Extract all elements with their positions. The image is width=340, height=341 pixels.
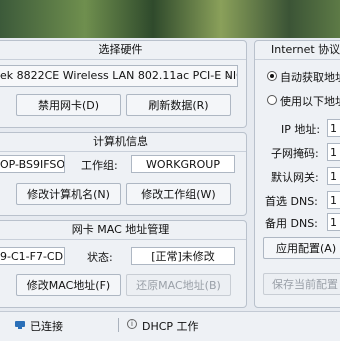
manual-address-label: 使用以下地址 bbox=[280, 95, 340, 108]
gateway-field[interactable]: 1 bbox=[327, 167, 340, 185]
ip-panel-title: Internet 协议版 bbox=[255, 41, 340, 60]
adapter-panel-title: 选择硬件 bbox=[0, 41, 246, 60]
chevron-down-icon: ⌄ bbox=[224, 70, 233, 81]
manual-address-radio[interactable] bbox=[267, 95, 277, 105]
rename-computer-button[interactable]: 修改计算机名(N) bbox=[16, 183, 121, 205]
primary-dns-field[interactable]: 1 bbox=[327, 191, 340, 209]
subnet-mask-label: 子网掩码: bbox=[271, 147, 319, 160]
computer-name-field[interactable]: OP-BS9IFSO bbox=[0, 155, 65, 173]
info-icon: i bbox=[127, 319, 137, 329]
adapter-select-value: ek 8822CE Wireless LAN 802.11ac PCI-E NI… bbox=[0, 69, 238, 82]
secondary-dns-field[interactable]: 1 bbox=[327, 213, 340, 231]
computer-panel: 计算机信息 OP-BS9IFSO 工作组: WORKGROUP 修改计算机名(N… bbox=[0, 132, 247, 216]
adapter-panel: 选择硬件 ek 8822CE Wireless LAN 802.11ac PCI… bbox=[0, 40, 247, 128]
subnet-mask-field[interactable]: 1 bbox=[327, 143, 340, 161]
network-connected-icon bbox=[14, 320, 26, 330]
modify-mac-button[interactable]: 修改MAC地址(F) bbox=[16, 274, 121, 296]
status-bar: 已连接 i DHCP 工作 bbox=[0, 311, 340, 341]
primary-dns-label: 首选 DNS: bbox=[265, 195, 318, 208]
auto-address-radio[interactable] bbox=[267, 71, 277, 81]
ip-address-field[interactable]: 1 bbox=[327, 119, 340, 137]
connection-status-text: 已连接 bbox=[30, 320, 63, 333]
workgroup-label: 工作组: bbox=[81, 159, 118, 172]
adapter-select[interactable]: ek 8822CE Wireless LAN 802.11ac PCI-E NI… bbox=[0, 65, 238, 87]
mac-address-field[interactable]: 9-C1-F7-CD bbox=[0, 247, 65, 265]
status-divider bbox=[118, 318, 119, 332]
computer-panel-title: 计算机信息 bbox=[0, 133, 246, 152]
workgroup-field[interactable]: WORKGROUP bbox=[131, 155, 235, 173]
background-strip bbox=[0, 0, 340, 38]
save-config-button[interactable]: 保存当前配置 bbox=[263, 273, 340, 295]
secondary-dns-label: 备用 DNS: bbox=[265, 217, 318, 230]
gateway-label: 默认网关: bbox=[271, 171, 319, 184]
dhcp-status-text: DHCP 工作 bbox=[142, 320, 199, 333]
refresh-data-button[interactable]: 刷新数据(R) bbox=[126, 94, 231, 116]
restore-mac-button[interactable]: 还原MAC地址(B) bbox=[126, 274, 231, 296]
mac-panel-title: 网卡 MAC 地址管理 bbox=[0, 221, 246, 240]
mac-state-field: [正常]未修改 bbox=[131, 247, 235, 265]
apply-config-button[interactable]: 应用配置(A) bbox=[263, 237, 340, 259]
change-workgroup-button[interactable]: 修改工作组(W) bbox=[126, 183, 231, 205]
ip-address-label: IP 地址: bbox=[281, 123, 321, 136]
mac-state-label: 状态: bbox=[87, 251, 113, 264]
disable-adapter-button[interactable]: 禁用网卡(D) bbox=[16, 94, 121, 116]
mac-panel: 网卡 MAC 地址管理 9-C1-F7-CD 状态: [正常]未修改 修改MAC… bbox=[0, 220, 247, 308]
ip-panel: Internet 协议版 自动获取地址 使用以下地址 IP 地址: 1 子网掩码… bbox=[254, 40, 340, 308]
auto-address-label: 自动获取地址 bbox=[280, 71, 340, 84]
